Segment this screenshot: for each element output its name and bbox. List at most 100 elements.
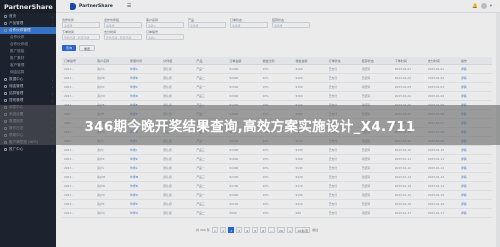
sidebar-item[interactable]: 结算管理 › [0, 90, 56, 97]
sidebar-item[interactable]: 数据中心 › [0, 76, 56, 83]
sidebar-item[interactable]: 合作伙伴 [0, 34, 56, 41]
filter-input[interactable]: 请选择 [188, 22, 226, 28]
page-button[interactable]: < [211, 227, 219, 233]
filter-field: 订单状态 请选择 [230, 18, 268, 28]
top-right-tools: 🔔 ▾ [472, 3, 492, 9]
row-action-link[interactable]: 详情 [459, 67, 492, 71]
table-cell: 10% [262, 175, 269, 179]
table-cell: 产品二 [196, 184, 205, 188]
row-action-link[interactable]: 详情 [459, 85, 492, 89]
filter-input[interactable]: 请输入 [146, 22, 184, 28]
table-cell: 2023... [64, 94, 74, 98]
reset-button[interactable]: 重置 [79, 45, 96, 51]
table-cell: 2023... [64, 193, 74, 197]
row-action-link[interactable]: 详情 [459, 184, 492, 188]
table-cell: 产品二 [196, 211, 205, 215]
logo-icon [70, 2, 76, 10]
sidebar-item[interactable]: 佣金结算 [0, 69, 56, 76]
sidebar-item[interactable]: 合作伙伴组 [0, 41, 56, 48]
table-cell: 10% [262, 166, 269, 170]
table-cell: ¥140 [295, 166, 303, 170]
table-cell: 伙伴D [130, 94, 138, 98]
page-button[interactable]: > [286, 227, 294, 233]
table-cell: 已结算 [361, 202, 371, 206]
table-cell: 默认组 [163, 211, 172, 215]
menu-toggle-icon[interactable]: ☰ [127, 3, 131, 9]
table-cell: 伙伴B [130, 76, 138, 80]
page-button[interactable]: 20 [277, 227, 285, 233]
table-cell: ¥1500 [229, 85, 239, 89]
table-cell: ¥3000 [229, 94, 239, 98]
table-cell: 2023-01-04 [394, 94, 412, 98]
page-size-select[interactable]: 10条/页 [295, 227, 311, 233]
table-cell: 2023-01-14 [427, 184, 445, 188]
table-cell: ¥160 [295, 157, 303, 161]
bell-icon[interactable]: 🔔 [472, 4, 478, 9]
sidebar-item[interactable]: 首页 › [0, 13, 56, 20]
sidebar-item[interactable]: 产品管理 › [0, 20, 56, 27]
table-cell: 2023-01-04 [427, 94, 445, 98]
avatar[interactable] [480, 3, 487, 9]
sidebar-item-label: 产品管理 [9, 21, 24, 25]
row-action-link[interactable]: 详情 [459, 157, 492, 161]
table-cell: 2023-01-14 [394, 184, 412, 188]
filter-input[interactable]: 请选择 [272, 22, 310, 28]
row-action-link[interactable]: 详情 [459, 166, 492, 170]
sidebar-item-label: 推广中心 [9, 147, 24, 151]
page-button[interactable]: 6 [260, 227, 267, 233]
logo-text: PartnerShare [79, 3, 113, 9]
filter-input[interactable]: 请选择 [230, 22, 268, 28]
table-row: 2023... 客户B 伙伴B 默认组 产品二 ¥2000 10% ¥200 已支付 已结算 202… [62, 74, 492, 83]
table-cell: 2023-01-16 [394, 202, 412, 206]
filter-input[interactable]: 请选择 [104, 22, 142, 28]
row-action-link[interactable]: 详情 [459, 193, 492, 197]
table-cell: 10% [262, 94, 269, 98]
row-action-link[interactable]: 详情 [459, 175, 492, 179]
menu-item-icon [4, 15, 7, 18]
row-action-link[interactable]: 详情 [459, 76, 492, 80]
page-button[interactable]: 3 [236, 227, 243, 233]
page-button[interactable]: 2 [228, 227, 235, 233]
table-cell: 2023... [64, 211, 74, 215]
chevron-down-icon[interactable]: ▾ [490, 4, 492, 9]
sidebar-item-label: 结算管理 [9, 91, 24, 95]
page-button[interactable]: 5 [252, 227, 259, 233]
filter-field: 结算状态 请选择 [272, 18, 310, 28]
table-cell: 2023-01-15 [394, 193, 412, 197]
filter-input[interactable]: 开始日期 - 结束日期 [62, 34, 100, 40]
sidebar-item[interactable]: 客户管理 [0, 62, 56, 69]
table-cell: 伙伴O [130, 193, 138, 197]
sidebar-item[interactable]: 推广素材 [0, 55, 56, 62]
table-cell: ¥150 [295, 85, 303, 89]
search-button[interactable]: 查询 [62, 45, 77, 51]
table-cell: 伙伴N [130, 184, 138, 188]
filter-input[interactable]: 请输入 [146, 34, 184, 40]
table-cell: ¥2000 [229, 76, 239, 80]
table-cell: 客户J [97, 148, 104, 152]
sidebar-item[interactable]: 推广链接 [0, 48, 56, 55]
row-action-link[interactable]: 详情 [459, 202, 492, 206]
table-cell: 默认组 [163, 67, 172, 71]
row-action-link[interactable]: 详情 [459, 148, 492, 152]
column-header: 佣金比例 [262, 58, 275, 63]
page-button[interactable]: 4 [244, 227, 251, 233]
page-button[interactable]: ... [268, 227, 276, 233]
filter-input[interactable]: 请选择 [62, 22, 100, 28]
sidebar-item[interactable]: 合作伙伴管理 › [0, 27, 56, 34]
sidebar-item[interactable]: 推广中心 › [0, 146, 56, 153]
table-cell: 伙伴C [130, 85, 138, 89]
row-action-link[interactable]: 详情 [459, 211, 492, 215]
page-button[interactable]: 1 [220, 227, 227, 233]
table-cell: 客户Q [97, 211, 105, 215]
table-cell: 10% [262, 76, 269, 80]
column-header: 支付时间 [427, 58, 440, 63]
table-cell: 2023... [64, 175, 74, 179]
row-action-link[interactable]: 详情 [459, 94, 492, 98]
filter-input[interactable]: 开始日期 - 结束日期 [104, 34, 142, 40]
sidebar-item[interactable]: 提现管理 › [0, 97, 56, 104]
sidebar-item[interactable]: 佣金管理 › [0, 83, 56, 90]
table-cell: 2023-01-12 [394, 166, 412, 170]
table-cell: 默认组 [163, 175, 172, 179]
table-cell: 待结算 [361, 157, 371, 161]
filter-field: 支付时间 开始日期 - 结束日期 [104, 30, 142, 40]
